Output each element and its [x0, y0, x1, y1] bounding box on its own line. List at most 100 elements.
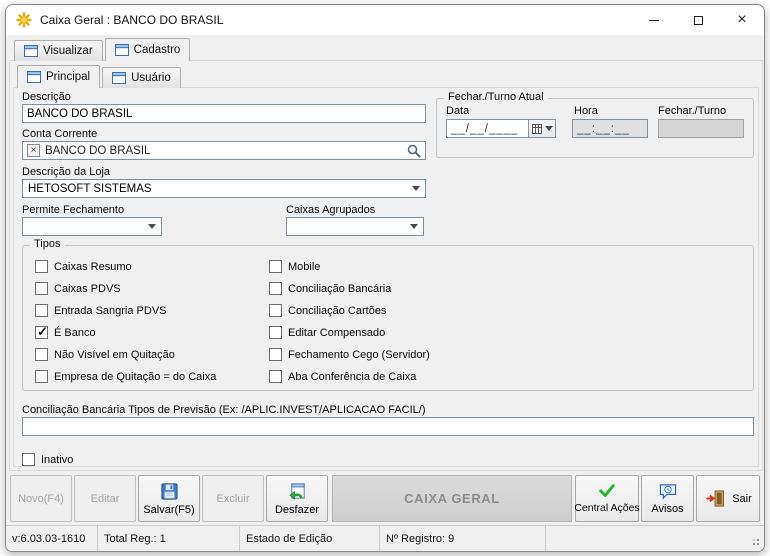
checkbox-box[interactable]	[269, 326, 282, 339]
checkbox-label: Inativo	[41, 453, 74, 466]
descricao-loja-label: Descrição da Loja	[22, 166, 111, 178]
status-version: v:6.03.03-1610	[6, 526, 98, 551]
data-calendar-dropdown-button[interactable]	[529, 119, 556, 138]
exit-door-icon	[706, 490, 725, 507]
checkbox-editar-compensado[interactable]: Editar Compensado	[269, 326, 385, 339]
conta-corrente-value: BANCO DO BRASIL	[45, 144, 151, 157]
data-label: Data	[446, 105, 470, 117]
tipos-group-title: Tipos	[30, 238, 65, 250]
checkbox-box[interactable]	[35, 304, 48, 317]
checkbox-box[interactable]	[35, 324, 48, 340]
titlebar: Caixa Geral : BANCO DO BRASIL ×	[6, 5, 764, 35]
editar-button[interactable]: Editar	[74, 475, 136, 522]
checkbox-label: Entrada Sangria PDVS	[54, 304, 167, 317]
checkbox-box[interactable]	[35, 282, 48, 295]
chevron-down-icon	[148, 224, 156, 229]
data-input[interactable]: __/__/____	[446, 119, 529, 138]
checkbox-fechamento-cego[interactable]: Fechamento Cego (Servidor)	[269, 348, 430, 361]
form-icon	[24, 45, 38, 57]
tab-cadastro[interactable]: Cadastro	[104, 38, 191, 61]
clear-icon[interactable]: ×	[27, 144, 40, 157]
toolbar: Novo(F4) Editar Salvar(F5) Excluir Desfa…	[6, 472, 764, 525]
data-mask-value: __/__/____	[451, 122, 519, 135]
search-icon[interactable]	[407, 144, 421, 158]
checkbox-box[interactable]	[269, 348, 282, 361]
checkbox-caixas-resumo[interactable]: Caixas Resumo	[35, 260, 132, 273]
caixas-agrupados-select[interactable]	[286, 217, 424, 236]
main-tabstrip: Visualizar Cadastro	[14, 38, 192, 61]
tab-visualizar-label: Visualizar	[43, 45, 93, 57]
checkbox-aba-conferencia-caixa[interactable]: Aba Conferência de Caixa	[269, 370, 416, 383]
avisos-button[interactable]: Avisos	[641, 475, 694, 522]
current-record-banner: CAIXA GERAL	[332, 475, 572, 522]
checkbox-box[interactable]	[269, 260, 282, 273]
tab-principal[interactable]: Principal	[17, 65, 101, 88]
checkbox-box[interactable]	[269, 304, 282, 317]
checkbox-label: Aba Conferência de Caixa	[288, 370, 417, 383]
checkbox-box[interactable]	[35, 348, 48, 361]
checkbox-box[interactable]	[35, 260, 48, 273]
conciliacao-previsao-input[interactable]	[22, 417, 754, 436]
checkbox-caixas-pdvs[interactable]: Caixas PDVS	[35, 282, 121, 295]
hora-label: Hora	[574, 105, 598, 117]
tab-usuario-label: Usuário	[131, 72, 171, 84]
checkbox-label: Não Visível em Quitação	[54, 348, 175, 361]
minimize-button[interactable]	[632, 5, 676, 35]
fechar-turno-group-title: Fechar./Turno Atual	[444, 91, 548, 103]
checkbox-label: Conciliação Cartões	[288, 304, 387, 317]
fechar-turno-groupbox: Fechar./Turno Atual Data __/__/____ Hora…	[436, 91, 754, 158]
tab-visualizar[interactable]: Visualizar	[14, 40, 103, 61]
checkbox-mobile[interactable]: Mobile	[269, 260, 320, 273]
check-icon	[599, 484, 615, 497]
checkbox-nao-visivel-em-quitacao[interactable]: Não Visível em Quitação	[35, 348, 175, 361]
chevron-down-icon	[412, 186, 420, 191]
maximize-button[interactable]	[676, 5, 720, 35]
checkbox-box[interactable]	[269, 370, 282, 383]
hora-input[interactable]: __:__:__	[572, 119, 648, 138]
checkbox-box[interactable]	[269, 282, 282, 295]
calendar-icon	[531, 123, 542, 134]
window-title: Caixa Geral : BANCO DO BRASIL	[40, 13, 224, 27]
checkbox-conciliacao-cartoes[interactable]: Conciliação Cartões	[269, 304, 386, 317]
sair-button[interactable]: Sair	[696, 475, 760, 522]
resize-grip[interactable]	[757, 543, 759, 545]
status-registro: Nº Registro: 9	[380, 526, 546, 551]
statusbar: v:6.03.03-1610 Total Reg.: 1 Estado de E…	[6, 525, 764, 551]
conciliacao-previsao-label: Conciliação Bancária Tipos de Previsão (…	[22, 404, 426, 416]
form-icon	[112, 72, 127, 84]
conta-corrente-label: Conta Corrente	[22, 128, 98, 140]
permite-fechamento-select[interactable]	[22, 217, 162, 236]
tab-usuario[interactable]: Usuário	[102, 67, 181, 88]
checkbox-label: Conciliação Bancária	[288, 282, 392, 295]
descricao-label: Descrição	[22, 91, 71, 103]
form-icon	[114, 44, 129, 56]
checkbox-box[interactable]	[22, 453, 35, 466]
close-button[interactable]: ×	[720, 5, 764, 35]
checkbox-inativo[interactable]: Inativo	[22, 453, 73, 466]
checkbox-e-banco[interactable]: É Banco	[35, 324, 96, 340]
descricao-loja-select[interactable]: HETOSOFT SISTEMAS	[22, 179, 426, 198]
novo-button[interactable]: Novo(F4)	[10, 475, 72, 522]
sub-tabstrip: Principal Usuário	[17, 65, 183, 88]
checkbox-empresa-quitacao-caixa[interactable]: Empresa de Quitação = do Caixa	[35, 370, 216, 383]
save-icon	[160, 482, 178, 500]
status-estado: Estado de Edição	[240, 526, 380, 551]
descricao-input[interactable]	[22, 104, 426, 123]
close-icon: ×	[737, 11, 747, 28]
maximize-icon	[693, 15, 703, 25]
checkbox-conciliacao-bancaria[interactable]: Conciliação Bancária	[269, 282, 391, 295]
desfazer-button[interactable]: Desfazer	[266, 475, 328, 522]
conta-corrente-input[interactable]: × BANCO DO BRASIL	[22, 141, 426, 160]
salvar-button[interactable]: Salvar(F5)	[138, 475, 200, 522]
checkbox-entrada-sangria-pdvs[interactable]: Entrada Sangria PDVS	[35, 304, 167, 317]
checkbox-label: Caixas Resumo	[54, 260, 132, 273]
status-total: Total Reg.: 1	[98, 526, 240, 551]
central-acoes-button[interactable]: Central Ações	[574, 475, 640, 522]
checkbox-box[interactable]	[35, 370, 48, 383]
app-window: Caixa Geral : BANCO DO BRASIL × Visualiz…	[5, 4, 765, 552]
checkbox-label: Editar Compensado	[288, 326, 386, 339]
excluir-button[interactable]: Excluir	[202, 475, 264, 522]
checkbox-label: Fechamento Cego (Servidor)	[288, 348, 430, 361]
checkbox-label: É Banco	[54, 326, 96, 339]
tab-principal-label: Principal	[46, 71, 91, 83]
